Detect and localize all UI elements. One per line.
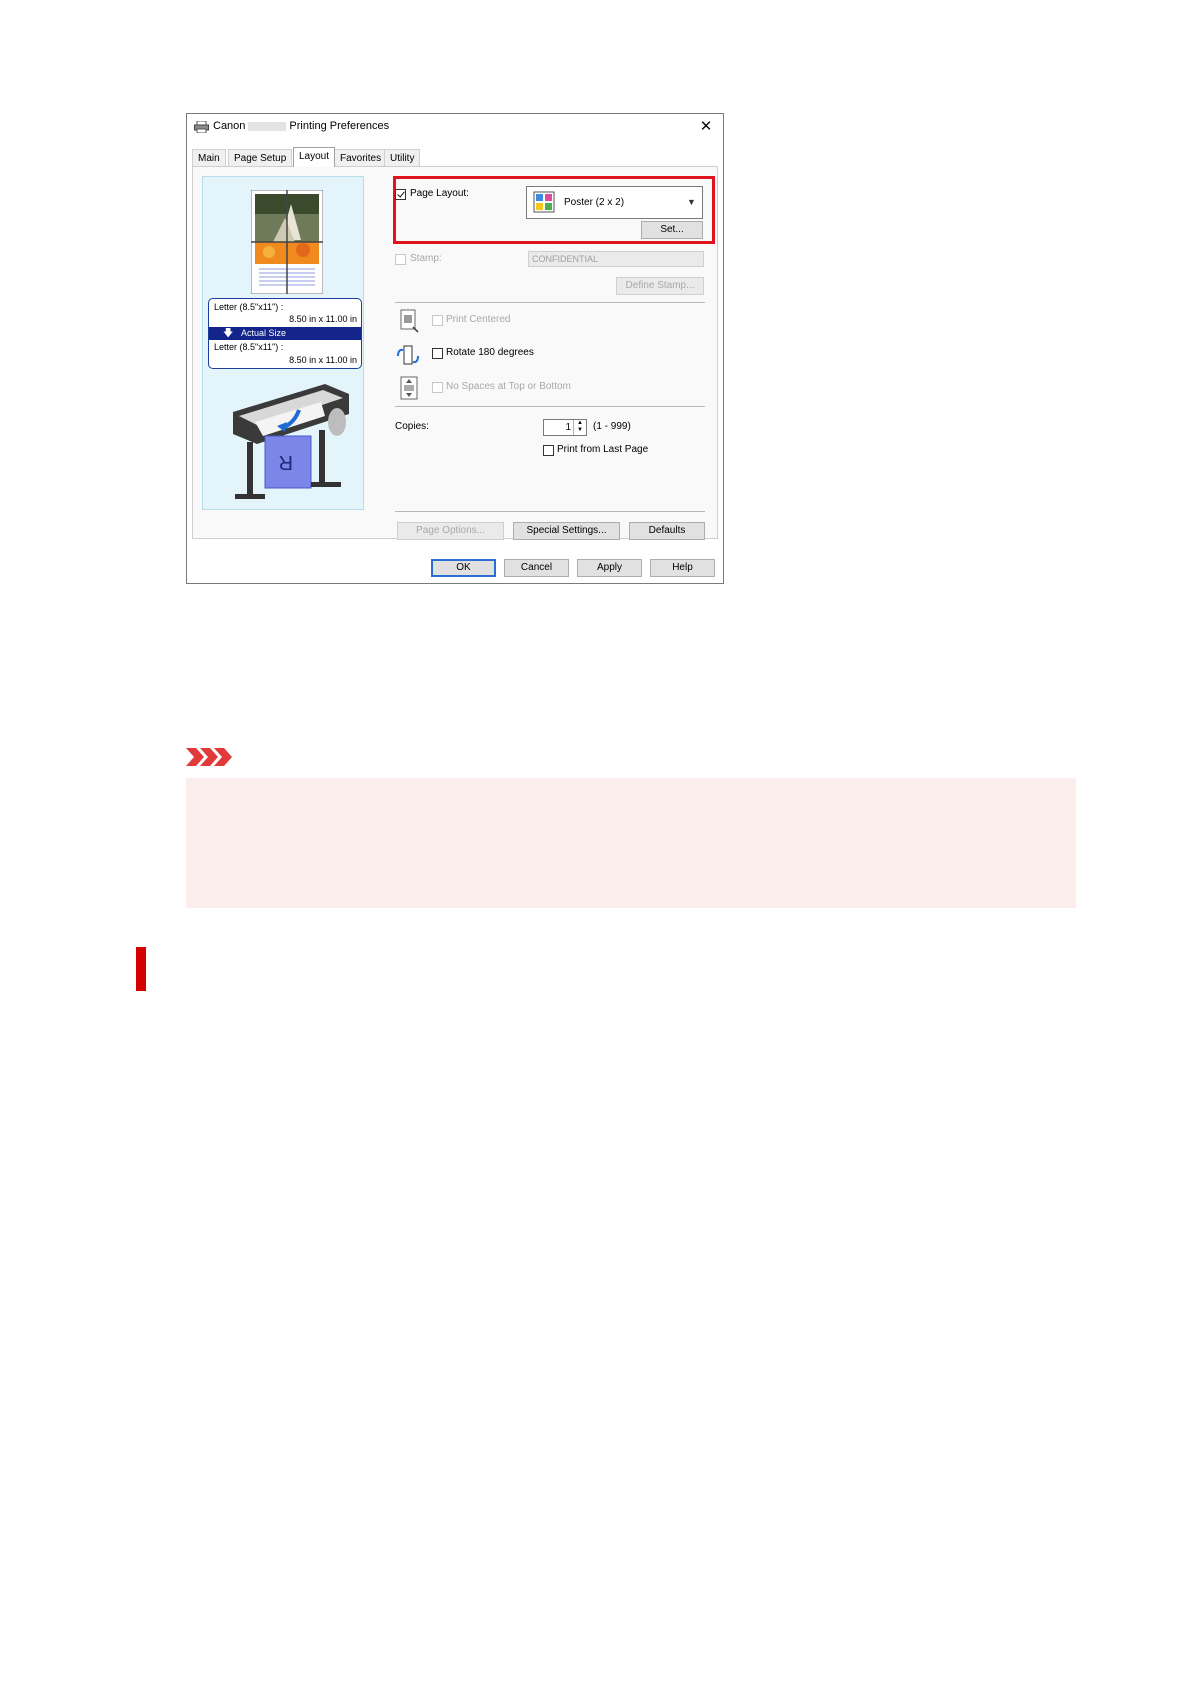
print-centered-icon	[400, 309, 419, 333]
no-spaces-label: No Spaces at Top or Bottom	[446, 381, 571, 392]
page-options-button[interactable]: Page Options...	[397, 522, 504, 540]
title-suffix: Printing Preferences	[289, 120, 390, 132]
section-marker	[136, 947, 146, 991]
stepper-arrows-icon[interactable]: ▲ ▼	[573, 420, 586, 435]
redacted-model-name	[248, 121, 287, 131]
tab-page-setup[interactable]: Page Setup	[228, 149, 293, 166]
rotate-icon	[397, 345, 419, 365]
important-note-box	[186, 778, 1076, 908]
title-prefix: Canon	[213, 120, 246, 132]
poster-preview-image	[251, 190, 323, 294]
copies-stepper[interactable]: 1 ▲ ▼	[543, 419, 587, 436]
copies-value: 1	[565, 422, 571, 433]
rotate-180-checkbox[interactable]	[432, 348, 443, 359]
stamp-label: Stamp:	[410, 253, 442, 264]
apply-button[interactable]: Apply	[577, 559, 642, 577]
printing-preferences-dialog: Canon Printing Preferences ✕ Main Page Se…	[186, 113, 724, 584]
no-spaces-checkbox[interactable]	[432, 382, 443, 393]
output-paper-dims: 8.50 in x 11.00 in	[289, 355, 357, 365]
page-layout-value: Poster (2 x 2)	[564, 197, 625, 208]
print-centered-label: Print Centered	[446, 314, 511, 325]
paper-size-info: Letter (8.5"x11") : 8.50 in x 11.00 in 🡇…	[208, 298, 362, 369]
input-paper-size: Letter (8.5"x11") :	[214, 302, 284, 312]
scaling-row: 🡇 Actual Size	[209, 327, 361, 340]
rotate-180-label: Rotate 180 degrees	[446, 347, 534, 358]
scaling-label: Actual Size	[241, 328, 287, 338]
divider	[395, 511, 705, 512]
close-icon[interactable]: ✕	[693, 116, 719, 138]
printer-icon	[194, 121, 209, 133]
set-button[interactable]: Set...	[641, 221, 703, 239]
ok-button[interactable]: OK	[431, 559, 496, 577]
divider	[395, 406, 705, 407]
important-chevrons-icon	[186, 748, 232, 766]
tab-main[interactable]: Main	[192, 149, 226, 166]
input-paper-dims: 8.50 in x 11.00 in	[289, 314, 357, 324]
tab-favorites[interactable]: Favorites	[334, 149, 388, 166]
print-centered-checkbox[interactable]	[432, 315, 443, 326]
no-spaces-icon	[400, 376, 418, 400]
define-stamp-button[interactable]: Define Stamp...	[616, 277, 704, 295]
page-layout-dropdown[interactable]: Poster (2 x 2) ▼	[526, 186, 703, 219]
print-from-last-page-checkbox[interactable]	[543, 445, 554, 456]
page-layout-checkbox[interactable]	[395, 189, 406, 200]
stamp-checkbox[interactable]	[395, 254, 406, 265]
defaults-button[interactable]: Defaults	[629, 522, 705, 540]
window-title: Canon Printing Preferences	[213, 120, 389, 132]
arrow-down-icon: 🡇	[223, 328, 234, 339]
help-button[interactable]: Help	[650, 559, 715, 577]
large-format-printer-image: R	[233, 384, 349, 499]
print-from-last-page-label: Print from Last Page	[557, 444, 649, 455]
copies-range: (1 - 999)	[593, 421, 631, 432]
tab-utility[interactable]: Utility	[384, 149, 421, 166]
stamp-dropdown[interactable]: CONFIDENTIAL	[528, 251, 704, 267]
output-paper-size: Letter (8.5"x11") :	[214, 342, 284, 352]
tab-layout[interactable]: Layout	[293, 147, 336, 167]
copies-label: Copies:	[395, 421, 429, 432]
svg-text:R: R	[279, 451, 293, 473]
title-bar: Canon Printing Preferences ✕	[187, 114, 723, 140]
cancel-button[interactable]: Cancel	[504, 559, 569, 577]
divider	[395, 302, 705, 303]
chevron-down-icon: ▼	[687, 197, 696, 207]
poster-layout-icon	[533, 191, 555, 213]
page-layout-label: Page Layout:	[410, 188, 469, 199]
special-settings-button[interactable]: Special Settings...	[513, 522, 620, 540]
